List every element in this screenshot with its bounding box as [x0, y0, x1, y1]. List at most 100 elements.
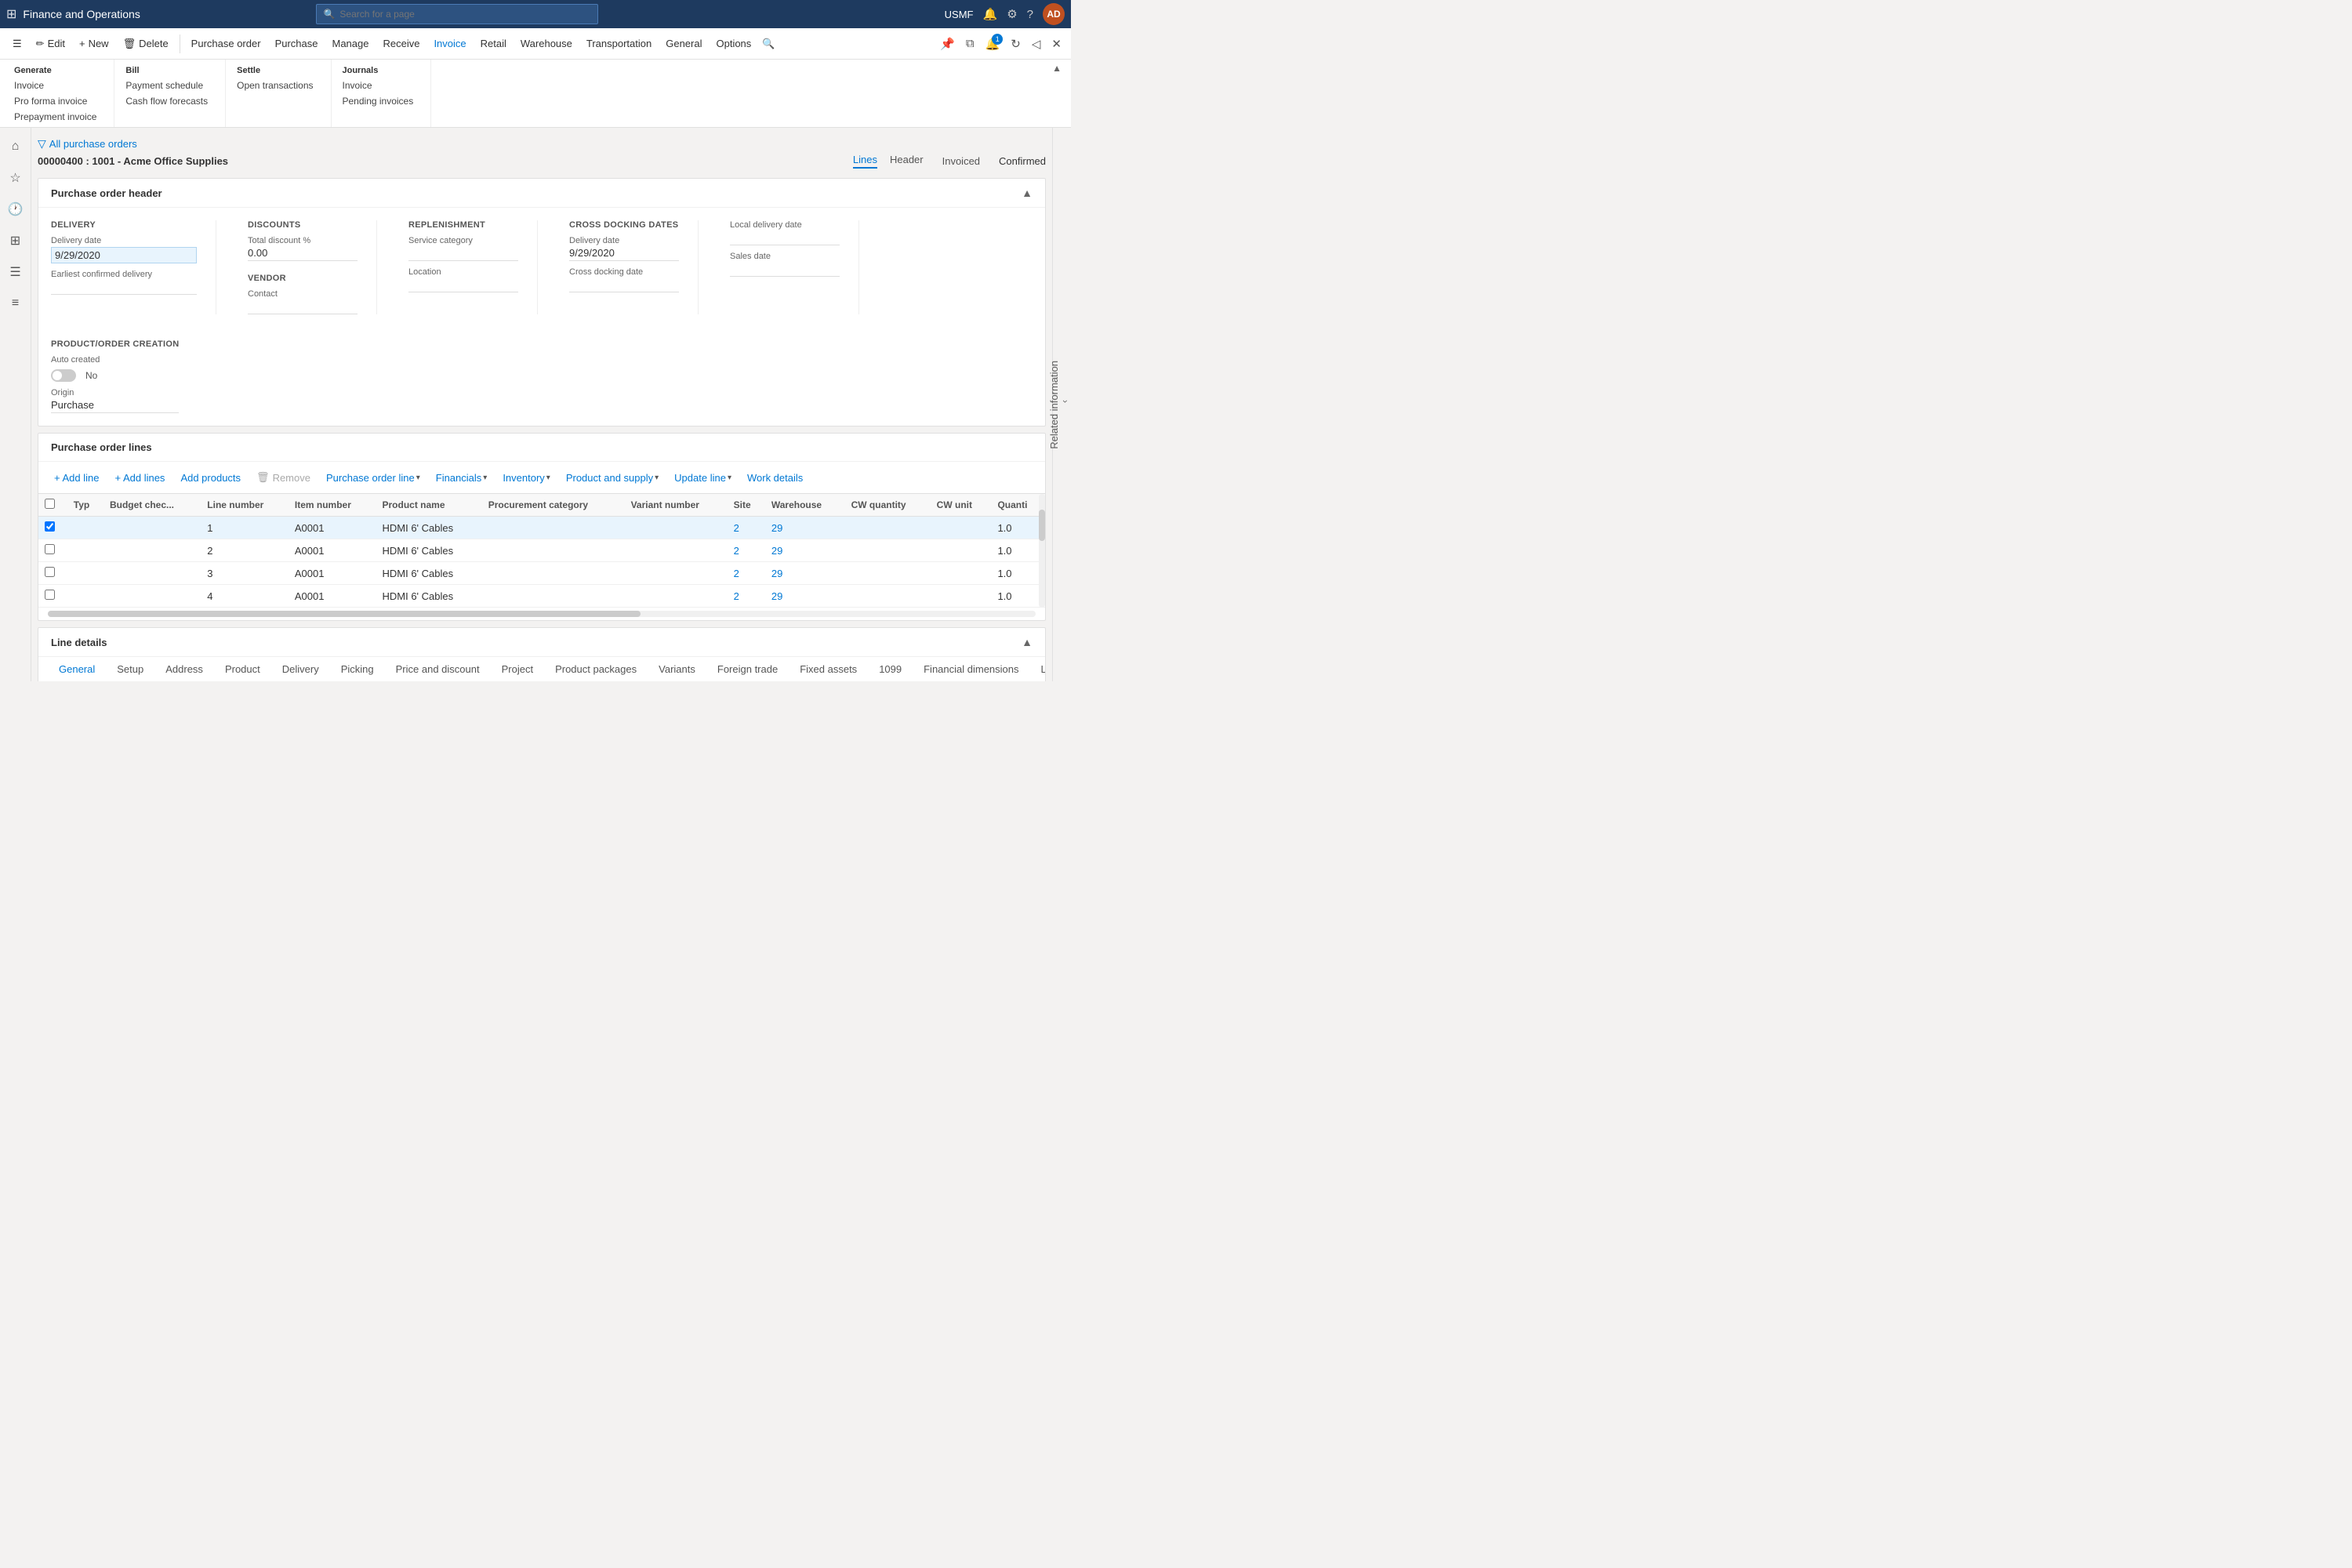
ribbon-journals-invoice-btn[interactable]: Invoice — [338, 78, 419, 93]
select-all-checkbox[interactable] — [45, 499, 55, 509]
section-collapse-button[interactable]: ▲ — [1022, 187, 1033, 199]
detail-tab-fixed-assets[interactable]: Fixed assets — [789, 657, 868, 681]
back-button[interactable]: ◁ — [1029, 34, 1044, 54]
sidebar-list-icon[interactable]: ≡ — [3, 291, 28, 316]
invoice-tab[interactable]: Invoice — [427, 34, 472, 53]
remove-button[interactable]: 🗑 Remove — [250, 468, 317, 487]
row-item[interactable]: A0001 — [289, 539, 376, 562]
line-details-collapse-button[interactable]: ▲ — [1022, 636, 1033, 648]
vendor-section: VENDOR Contact — [248, 274, 358, 314]
search-ribbon-icon[interactable]: 🔍 — [762, 38, 775, 50]
right-sidebar[interactable]: › Related information — [1052, 128, 1071, 681]
vertical-scrollbar[interactable] — [1039, 494, 1045, 608]
table-row[interactable]: 3 A0001 HDMI 6' Cables 2 29 1.0 — [38, 562, 1045, 585]
help-icon[interactable]: ? — [1027, 8, 1033, 21]
detail-tab-product-packages[interactable]: Product packages — [544, 657, 648, 681]
detail-tab-project[interactable]: Project — [491, 657, 544, 681]
detail-tab-address[interactable]: Address — [154, 657, 214, 681]
view-tab-header[interactable]: Header — [890, 154, 924, 169]
delete-button[interactable]: 🗑 Delete — [117, 34, 175, 53]
inventory-button[interactable]: Inventory ▾ — [496, 469, 557, 487]
ribbon-proforma-btn[interactable]: Pro forma invoice — [9, 94, 101, 108]
edit-button[interactable]: ✏ Edit — [30, 34, 71, 53]
work-details-button[interactable]: Work details — [741, 469, 809, 487]
update-line-button[interactable]: Update line ▾ — [668, 469, 738, 487]
row-check[interactable] — [38, 562, 67, 585]
row-item[interactable]: A0001 — [289, 562, 376, 585]
receive-tab[interactable]: Receive — [376, 34, 426, 53]
detail-tab-price-and-discount[interactable]: Price and discount — [385, 657, 491, 681]
horizontal-scrollbar[interactable] — [48, 611, 1036, 617]
detail-tab-picking[interactable]: Picking — [330, 657, 385, 681]
detail-tab-setup[interactable]: Setup — [106, 657, 154, 681]
ribbon-invoice-btn[interactable]: Invoice — [9, 78, 101, 93]
row-item[interactable]: A0001 — [289, 585, 376, 608]
new-button[interactable]: + New — [73, 34, 115, 53]
options-tab[interactable]: Options — [710, 34, 757, 53]
ribbon-cashflow-btn[interactable]: Cash flow forecasts — [121, 94, 212, 108]
warehouse-tab[interactable]: Warehouse — [514, 34, 579, 53]
refresh-button[interactable]: ↻ — [1007, 34, 1024, 54]
table-row[interactable]: 2 A0001 HDMI 6' Cables 2 29 1.0 — [38, 539, 1045, 562]
avatar[interactable]: AD — [1043, 3, 1065, 25]
purchase-tab[interactable]: Purchase — [269, 34, 325, 53]
row-budget — [103, 562, 201, 585]
notification-button[interactable]: 🔔1 — [982, 34, 1004, 54]
view-tab-lines[interactable]: Lines — [853, 154, 877, 169]
pin-button[interactable]: 📌 — [937, 34, 958, 54]
total-discount-field: Total discount % 0.00 — [248, 236, 358, 261]
sidebar-nav-icon[interactable]: ☰ — [3, 260, 28, 285]
inventory-label: Inventory — [503, 472, 544, 484]
search-box[interactable]: 🔍 — [316, 4, 598, 24]
settings-icon[interactable]: ⚙ — [1007, 7, 1017, 21]
detail-tab-1099[interactable]: 1099 — [868, 657, 913, 681]
detail-tab-foreign-trade[interactable]: Foreign trade — [706, 657, 789, 681]
cross-delivery-date-field: Delivery date 9/29/2020 — [569, 236, 679, 261]
detail-tab-general[interactable]: General — [48, 657, 106, 681]
retail-tab[interactable]: Retail — [474, 34, 513, 53]
earliest-delivery-value — [51, 281, 197, 295]
auto-created-toggle[interactable] — [51, 369, 76, 382]
ribbon-pending-invoices-btn[interactable]: Pending invoices — [338, 94, 419, 108]
table-row[interactable]: 4 A0001 HDMI 6' Cables 2 29 1.0 — [38, 585, 1045, 608]
ribbon-prepayment-btn[interactable]: Prepayment invoice — [9, 110, 101, 124]
ribbon-open-transactions-btn[interactable]: Open transactions — [232, 78, 318, 93]
row-item[interactable]: A0001 — [289, 517, 376, 539]
ribbon-collapse-button[interactable]: ▲ — [1052, 63, 1062, 74]
breadcrumb[interactable]: ▽ All purchase orders — [38, 134, 1046, 154]
add-products-button[interactable]: Add products — [174, 469, 247, 487]
manage-tab[interactable]: Manage — [325, 34, 375, 53]
detail-tab-loads[interactable]: Loads — [1030, 657, 1045, 681]
purchase-order-tab[interactable]: Purchase order — [185, 34, 267, 53]
general-tab[interactable]: General — [659, 34, 708, 53]
detail-tab-financial-dimensions[interactable]: Financial dimensions — [913, 657, 1029, 681]
sidebar-star-icon[interactable]: ☆ — [3, 165, 28, 191]
detail-tab-delivery[interactable]: Delivery — [271, 657, 330, 681]
transportation-tab[interactable]: Transportation — [580, 34, 658, 53]
col-warehouse: Warehouse — [765, 494, 845, 517]
row-cw-unit — [931, 562, 992, 585]
bell-icon[interactable]: 🔔 — [983, 7, 998, 21]
add-line-button[interactable]: + Add line — [48, 469, 105, 487]
table-row[interactable]: 1 A0001 HDMI 6' Cables 2 29 1.0 — [38, 517, 1045, 539]
sidebar-home-icon[interactable]: ⌂ — [3, 134, 28, 159]
sidebar-modules-icon[interactable]: ⊞ — [3, 228, 28, 253]
sidebar-recent-icon[interactable]: 🕐 — [3, 197, 28, 222]
delivery-date-input[interactable] — [51, 247, 197, 263]
row-check[interactable] — [38, 517, 67, 539]
row-check[interactable] — [38, 585, 67, 608]
detail-tab-product[interactable]: Product — [214, 657, 271, 681]
ribbon-payment-schedule-btn[interactable]: Payment schedule — [121, 78, 212, 93]
copy-button[interactable]: ⧉ — [963, 34, 978, 53]
detail-tab-variants[interactable]: Variants — [648, 657, 706, 681]
purchase-order-line-button[interactable]: Purchase order line ▾ — [320, 469, 426, 487]
close-button[interactable]: ✕ — [1048, 34, 1065, 54]
add-lines-button[interactable]: + Add lines — [108, 469, 171, 487]
menu-button[interactable]: ☰ — [6, 34, 28, 53]
purchase-order-header-section: Purchase order header ▲ DELIVERY Deliver… — [38, 178, 1046, 426]
product-supply-button[interactable]: Product and supply ▾ — [560, 469, 665, 487]
search-input[interactable] — [339, 9, 591, 20]
financials-button[interactable]: Financials ▾ — [430, 469, 494, 487]
row-check[interactable] — [38, 539, 67, 562]
breadcrumb-link[interactable]: All purchase orders — [49, 138, 137, 150]
